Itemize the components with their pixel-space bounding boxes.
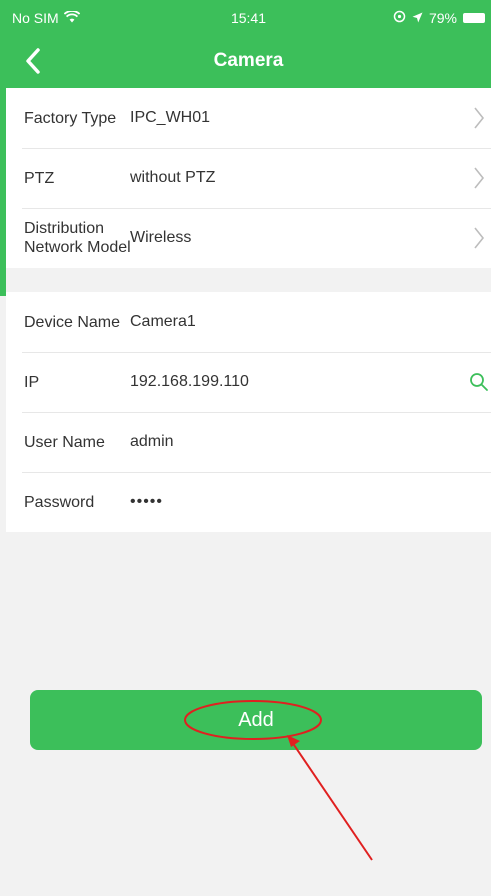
user-name-input[interactable]: admin <box>130 433 174 451</box>
camera-screen: No SIM 15:41 79% Camera Factory Type IPC… <box>0 0 491 896</box>
annotation-arrow-line <box>291 741 373 861</box>
password-input[interactable]: ••••• <box>130 493 163 511</box>
page-title: Camera <box>213 50 284 71</box>
network-model-value: Wireless <box>130 229 192 246</box>
chevron-right-icon <box>471 104 487 132</box>
location-arrow-icon <box>412 10 423 26</box>
password-row: Password ••••• <box>6 472 491 532</box>
factory-type-value: IPC_WH01 <box>130 109 211 126</box>
ip-row: IP 192.168.199.110 <box>6 352 491 412</box>
chevron-right-icon <box>471 224 487 252</box>
network-model-label: Distribution Network Model <box>24 220 131 256</box>
ptz-label: PTZ <box>24 169 55 187</box>
user-name-label: User Name <box>24 433 105 451</box>
user-name-row: User Name admin <box>6 412 491 472</box>
device-name-row: Device Name Camera1 <box>6 292 491 352</box>
battery-icon <box>463 13 485 23</box>
battery-percent: 79% <box>428 10 457 26</box>
add-button-label: Add <box>238 708 274 731</box>
device-name-input[interactable]: Camera1 <box>130 313 196 331</box>
factory-type-label: Factory Type <box>24 109 117 127</box>
chevron-right-icon <box>471 164 487 192</box>
network-model-row[interactable]: Distribution Network Model Wireless <box>6 208 491 268</box>
ptz-row[interactable]: PTZ without PTZ <box>6 148 491 208</box>
status-bar: No SIM 15:41 79% <box>6 0 491 36</box>
device-info-group: Factory Type IPC_WH01 PTZ without PTZ Di… <box>6 88 491 268</box>
device-name-label: Device Name <box>24 313 121 331</box>
lock-rotation-icon <box>393 10 406 26</box>
ptz-value: without PTZ <box>130 169 216 186</box>
password-label: Password <box>24 493 95 511</box>
search-icon[interactable] <box>467 370 491 394</box>
add-button[interactable]: Add <box>30 690 482 750</box>
header: No SIM 15:41 79% Camera <box>6 0 491 88</box>
status-right: 79% <box>393 10 485 26</box>
left-accent-bar <box>0 0 6 296</box>
ip-input[interactable]: 192.168.199.110 <box>130 373 249 391</box>
ip-label: IP <box>24 373 40 391</box>
factory-type-row[interactable]: Factory Type IPC_WH01 <box>6 88 491 148</box>
navbar: Camera <box>6 36 491 86</box>
credentials-group: Device Name Camera1 IP 192.168.199.110 U… <box>6 292 491 532</box>
